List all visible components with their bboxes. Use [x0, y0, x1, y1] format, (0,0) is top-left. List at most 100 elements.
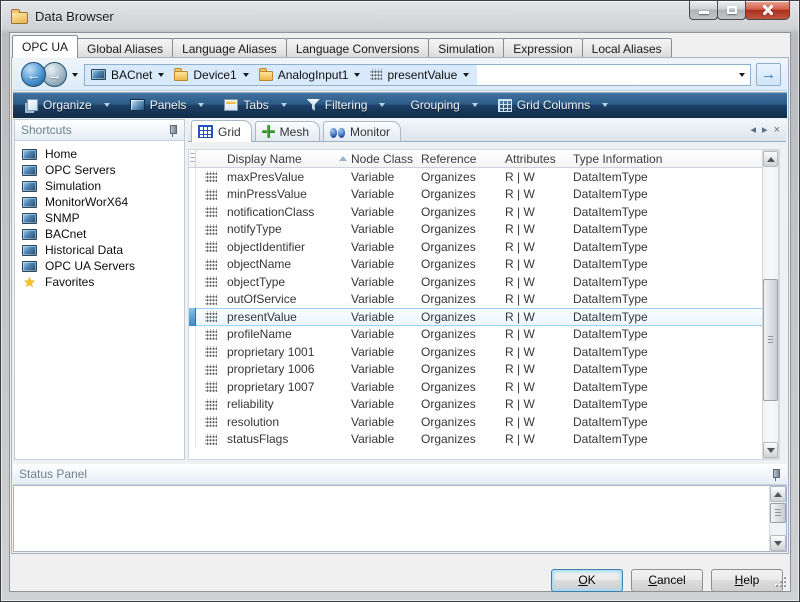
- breadcrumb-item[interactable]: BACnet: [89, 68, 172, 82]
- scroll-up-button[interactable]: [770, 486, 786, 502]
- main-tab[interactable]: Language Conversions: [286, 38, 429, 58]
- cell-node-class: Variable: [351, 240, 421, 254]
- table-row[interactable]: objectIdentifier Variable Organizes R | …: [189, 238, 779, 256]
- pin-icon[interactable]: [770, 468, 781, 481]
- content-tab[interactable]: Monitor: [323, 121, 401, 141]
- back-button[interactable]: ←: [21, 62, 46, 87]
- history-dropdown-icon[interactable]: [72, 73, 78, 77]
- chevron-down-icon[interactable]: [104, 103, 110, 107]
- table-row[interactable]: statusFlags Variable Organizes R | W Dat…: [189, 431, 779, 449]
- chevron-down-icon[interactable]: [158, 73, 164, 77]
- toolbar-item[interactable]: Tabs: [220, 96, 298, 114]
- table-row[interactable]: maxPresValue Variable Organizes R | W Da…: [189, 168, 779, 186]
- chevron-down-icon[interactable]: [602, 103, 608, 107]
- cell-attributes: R | W: [505, 187, 573, 201]
- chevron-down-icon[interactable]: [472, 103, 478, 107]
- cancel-button[interactable]: Cancel: [631, 569, 703, 592]
- scroll-tabs-left-icon[interactable]: ◂: [751, 123, 757, 136]
- sidebar-item[interactable]: SNMP: [15, 210, 184, 226]
- chevron-down-icon[interactable]: [463, 73, 469, 77]
- table-row[interactable]: objectType Variable Organizes R | W Data…: [189, 273, 779, 291]
- table-row[interactable]: outOfService Variable Organizes R | W Da…: [189, 291, 779, 309]
- chevron-down-icon[interactable]: [379, 103, 385, 107]
- table-row[interactable]: proprietary 1007 Variable Organizes R | …: [189, 378, 779, 396]
- sidebar-item[interactable]: OPC Servers: [15, 162, 184, 178]
- close-button[interactable]: [745, 1, 790, 20]
- table-row[interactable]: resolution Variable Organizes R | W Data…: [189, 413, 779, 431]
- row-icon-cell: [196, 291, 225, 309]
- cell-attributes: R | W: [505, 170, 573, 184]
- column-header-node-class[interactable]: Node Class: [351, 150, 421, 167]
- scrollbar-thumb[interactable]: [763, 279, 778, 401]
- chevron-down-icon[interactable]: [354, 73, 360, 77]
- sidebar-item[interactable]: OPC UA Servers: [15, 258, 184, 274]
- scroll-down-button[interactable]: [770, 535, 786, 551]
- minimize-button[interactable]: [689, 1, 718, 20]
- toolbar-item[interactable]: Organize: [19, 96, 122, 114]
- status-vertical-scrollbar[interactable]: [769, 486, 786, 551]
- main-tab[interactable]: Expression: [503, 38, 582, 58]
- column-header-type-information[interactable]: Type Information: [573, 150, 779, 167]
- toolbar-item[interactable]: Panels: [126, 96, 217, 114]
- table-row[interactable]: notificationClass Variable Organizes R |…: [189, 203, 779, 221]
- ok-button[interactable]: OK: [551, 569, 623, 592]
- chevron-down-icon[interactable]: [243, 73, 249, 77]
- scroll-down-button[interactable]: [763, 442, 778, 458]
- go-button[interactable]: →: [756, 63, 781, 86]
- scroll-up-button[interactable]: [763, 151, 778, 167]
- address-input[interactable]: [477, 65, 734, 85]
- chevron-down-icon[interactable]: [281, 103, 287, 107]
- sidebar-item[interactable]: Home: [15, 146, 184, 162]
- sidebar-item[interactable]: MonitorWorX64: [15, 194, 184, 210]
- cell-attributes: R | W: [505, 415, 573, 429]
- toolbar-item[interactable]: Filtering: [303, 96, 398, 114]
- table-row[interactable]: profileName Variable Organizes R | W Dat…: [189, 326, 779, 344]
- sidebar-item[interactable]: Favorites: [15, 274, 184, 290]
- column-header-attributes[interactable]: Attributes: [505, 150, 573, 167]
- close-tab-icon[interactable]: ×: [774, 124, 780, 136]
- main-tab[interactable]: Local Aliases: [582, 38, 672, 58]
- address-dropdown-button[interactable]: [734, 65, 750, 85]
- chevron-down-icon[interactable]: [198, 103, 204, 107]
- main-tab[interactable]: OPC UA: [12, 35, 78, 58]
- toolbar-item[interactable]: Grid Columns: [494, 96, 620, 114]
- content-tab[interactable]: Mesh: [255, 121, 320, 141]
- column-header-display-name[interactable]: Display Name: [225, 150, 351, 167]
- table-row[interactable]: notifyType Variable Organizes R | W Data…: [189, 221, 779, 239]
- breadcrumb-item[interactable]: presentValue: [368, 68, 477, 82]
- content-tab-nav: ◂ ▸ ×: [745, 123, 781, 136]
- icon-column-header[interactable]: [196, 150, 225, 167]
- maximize-button[interactable]: [717, 1, 746, 20]
- row-indicator: [189, 326, 196, 344]
- cell-node-class: Variable: [351, 397, 421, 411]
- content-tab-icon: [262, 125, 275, 138]
- column-header-reference[interactable]: Reference: [421, 150, 505, 167]
- table-row[interactable]: reliability Variable Organizes R | W Dat…: [189, 396, 779, 414]
- main-tab[interactable]: Language Aliases: [172, 38, 287, 58]
- row-indicator: [189, 291, 196, 309]
- table-row[interactable]: proprietary 1006 Variable Organizes R | …: [189, 361, 779, 379]
- pin-icon[interactable]: [167, 124, 178, 137]
- breadcrumb-item[interactable]: AnalogInput1: [257, 68, 369, 82]
- table-row[interactable]: proprietary 1001 Variable Organizes R | …: [189, 343, 779, 361]
- toolbar-item[interactable]: Grouping: [401, 96, 489, 114]
- breadcrumb-item[interactable]: Device1: [172, 68, 256, 82]
- main-tab[interactable]: Simulation: [428, 38, 504, 58]
- scroll-tabs-right-icon[interactable]: ▸: [762, 123, 768, 136]
- table-row[interactable]: minPressValue Variable Organizes R | W D…: [189, 186, 779, 204]
- row-indicator: [189, 256, 196, 274]
- row-icon-cell: [196, 396, 225, 414]
- opc-ua-page: ← → BACnet Device1: [11, 57, 789, 554]
- scrollbar-thumb[interactable]: [770, 503, 786, 523]
- table-row[interactable]: presentValue Variable Organizes R | W Da…: [189, 308, 779, 326]
- help-button[interactable]: Help: [711, 569, 783, 592]
- main-tab[interactable]: Global Aliases: [77, 38, 173, 58]
- cell-node-class: Variable: [351, 345, 421, 359]
- table-row[interactable]: objectName Variable Organizes R | W Data…: [189, 256, 779, 274]
- grid-vertical-scrollbar[interactable]: [762, 150, 779, 459]
- sidebar-item[interactable]: Historical Data: [15, 242, 184, 258]
- sidebar-item[interactable]: Simulation: [15, 178, 184, 194]
- content-tab[interactable]: Grid: [191, 120, 252, 142]
- sidebar-item[interactable]: BACnet: [15, 226, 184, 242]
- resize-grip[interactable]: [775, 576, 788, 589]
